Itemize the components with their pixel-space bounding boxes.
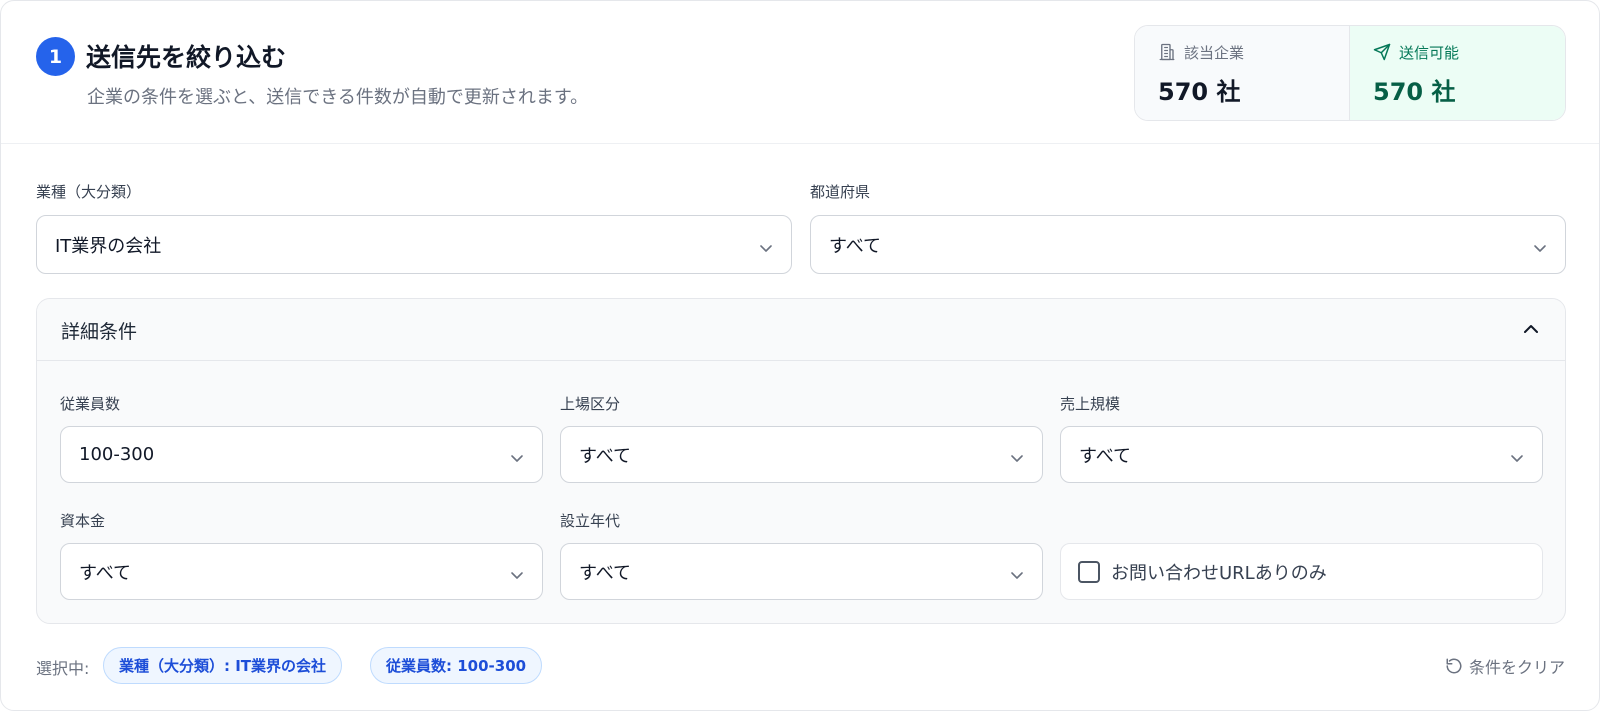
capital-select[interactable]: すべて — [60, 543, 543, 600]
selected-filters-label: 選択中: — [36, 659, 90, 678]
sendable-companies-label: 送信可能 — [1399, 43, 1460, 62]
sales-select[interactable]: すべて — [1060, 426, 1543, 483]
founded-select-value: すべて — [579, 562, 632, 584]
chevron-up-icon[interactable] — [1523, 321, 1539, 340]
employees-label: 従業員数 — [60, 395, 121, 413]
details-toggle-header[interactable]: 詳細条件 — [37, 299, 1565, 361]
details-title: 詳細条件 — [61, 321, 138, 343]
page-title: 送信先を絞り込む — [86, 43, 287, 72]
chevron-down-icon — [1010, 449, 1024, 468]
capital-label: 資本金 — [60, 512, 106, 530]
industry-label: 業種（大分類） — [36, 183, 142, 201]
filter-header: 1 送信先を絞り込む 企業の条件を選ぶと、送信できる件数が自動で更新されます。 … — [1, 1, 1599, 144]
industry-select-value: IT業界の会社 — [55, 235, 162, 257]
industry-select[interactable]: IT業界の会社 — [36, 215, 792, 274]
employees-select[interactable]: 100-300 — [60, 426, 543, 483]
reset-icon — [1445, 657, 1463, 675]
matched-companies-stat: 該当企業 570 社 — [1135, 26, 1350, 120]
listing-select-value: すべて — [579, 445, 632, 467]
filter-card: 1 送信先を絞り込む 企業の条件を選ぶと、送信できる件数が自動で更新されます。 … — [0, 0, 1600, 711]
chevron-down-icon — [1533, 239, 1547, 258]
prefecture-label: 都道府県 — [810, 183, 871, 201]
contact-url-only-checkbox[interactable] — [1078, 560, 1100, 583]
chevron-down-icon — [510, 566, 524, 585]
page-subtitle: 企業の条件を選ぶと、送信できる件数が自動で更新されます。 — [87, 87, 589, 108]
sendable-companies-stat: 送信可能 570 社 — [1350, 26, 1565, 120]
matched-companies-label: 該当企業 — [1184, 43, 1245, 62]
clear-filters-button[interactable]: 条件をクリア — [1445, 654, 1565, 678]
matched-companies-value: 570 社 — [1158, 78, 1241, 106]
capital-select-value: すべて — [79, 562, 132, 584]
founded-select[interactable]: すべて — [560, 543, 1043, 600]
prefecture-select-value: すべて — [829, 235, 882, 257]
founded-label: 設立年代 — [560, 512, 621, 530]
step-number-badge: 1 — [36, 37, 75, 76]
details-panel: 詳細条件 従業員数 100-300 上場区分 すべて 売上規模 すべて 資本金 … — [36, 298, 1566, 624]
chevron-down-icon — [510, 449, 524, 468]
stats-panel: 該当企業 570 社 送信可能 570 社 — [1134, 25, 1566, 121]
listing-label: 上場区分 — [560, 395, 621, 413]
building-icon — [1158, 43, 1176, 61]
sales-select-value: すべて — [1079, 445, 1132, 467]
send-icon — [1373, 43, 1391, 61]
sendable-companies-value: 570 社 — [1373, 78, 1456, 106]
sales-label: 売上規模 — [1060, 395, 1121, 413]
filter-chip-industry[interactable]: 業種（大分類）: IT業界の会社 — [103, 647, 343, 684]
filter-chip-employees[interactable]: 従業員数: 100-300 — [370, 647, 543, 684]
clear-filters-label: 条件をクリア — [1468, 658, 1565, 677]
contact-url-only-option[interactable]: お問い合わせURLありのみ — [1060, 543, 1543, 600]
chevron-down-icon — [759, 239, 773, 258]
contact-url-only-label: お問い合わせURLありのみ — [1111, 562, 1327, 584]
prefecture-select[interactable]: すべて — [810, 215, 1566, 274]
listing-select[interactable]: すべて — [560, 426, 1043, 483]
chevron-down-icon — [1010, 566, 1024, 585]
chevron-down-icon — [1510, 449, 1524, 468]
employees-select-value: 100-300 — [79, 444, 155, 465]
